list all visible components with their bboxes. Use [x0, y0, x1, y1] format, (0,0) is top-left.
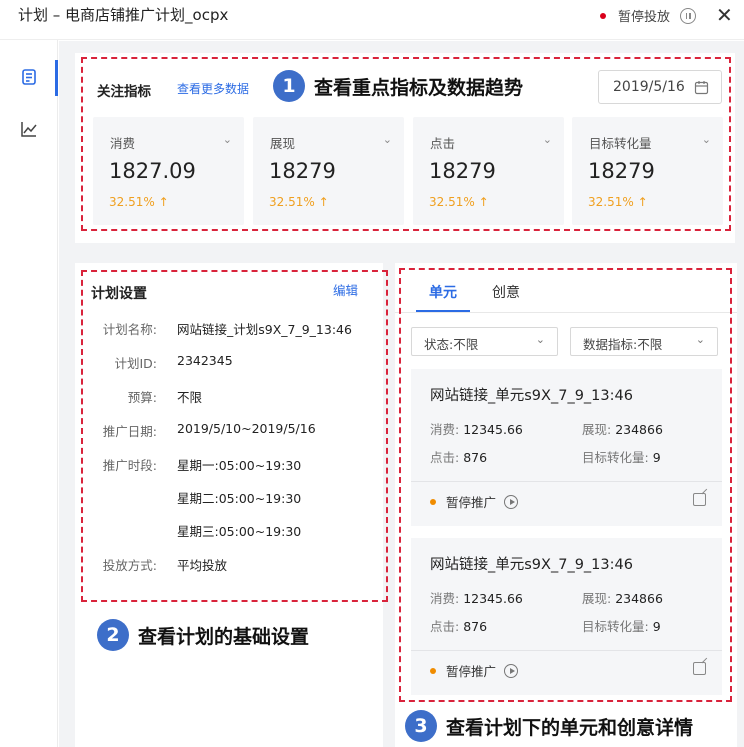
field-label: 计划名称: — [102, 322, 157, 337]
schedule-wednesday-value: 星期三:05:00~19:30 — [177, 524, 302, 539]
edit-icon[interactable] — [693, 662, 706, 675]
annotation-1: 1 查看重点指标及数据趋势 — [273, 70, 523, 102]
date-value: 2019/5/16 — [613, 79, 685, 95]
metric-filter-dropdown[interactable]: 数据指标:不限 ⌄ — [570, 327, 718, 356]
metrics-title: 关注指标 — [97, 84, 151, 100]
unit-status: 暂停推广 — [430, 661, 519, 680]
unit-impressions: 展现: 234866 — [582, 591, 663, 606]
unit-card[interactable]: 网站链接_单元s9X_7_9_13:46 消费: 12345.66 展现: 23… — [411, 538, 722, 695]
edit-icon[interactable] — [693, 493, 706, 506]
plan-settings-title: 计划设置 — [91, 286, 147, 302]
unit-status-text: 暂停推广 — [446, 664, 497, 679]
title-bar: 计划 – 电商店铺推广计划_ocpx 暂停投放 ✕ — [0, 0, 744, 40]
delivery-method-value: 平均投放 — [177, 558, 228, 573]
card-divider — [411, 481, 722, 482]
field-label: 预算: — [127, 390, 157, 405]
edit-link[interactable]: 编辑 — [333, 280, 358, 299]
calendar-icon — [694, 81, 709, 95]
metric-name: 消费 — [110, 136, 136, 151]
trend-up-icon: ↑ — [318, 195, 329, 209]
chevron-down-icon: ⌄ — [535, 333, 545, 346]
schedule-monday-value: 星期一:05:00~19:30 — [177, 458, 302, 473]
schedule-tuesday-value: 星期二:05:00~19:30 — [177, 491, 302, 506]
unit-clicks: 点击: 876 — [430, 450, 488, 465]
annotation-2: 2 查看计划的基础设置 — [97, 619, 309, 651]
plan-name-value: 网站链接_计划s9X_7_9_13:46 — [177, 322, 352, 337]
tab-active-indicator — [416, 310, 470, 312]
play-icon[interactable] — [504, 494, 519, 509]
tab-units[interactable]: 单元 — [429, 282, 457, 302]
chevron-down-icon: ⌄ — [695, 333, 705, 346]
metric-card-clicks[interactable]: 点击 ⌄ 18279 32.51% ↑ — [413, 117, 564, 225]
annotation-text: 查看计划的基础设置 — [138, 625, 310, 648]
chevron-down-icon[interactable]: ⌄ — [702, 133, 711, 146]
sidebar — [0, 40, 58, 747]
status-dot — [430, 498, 436, 505]
metric-change: 32.51% ↑ — [429, 195, 489, 209]
window-title: 计划 – 电商店铺推广计划_ocpx — [18, 6, 229, 24]
status-filter-dropdown[interactable]: 状态:不限 ⌄ — [411, 327, 558, 356]
unit-status: 暂停推广 — [430, 492, 519, 511]
plan-id-value: 2342345 — [177, 353, 233, 368]
chevron-down-icon[interactable]: ⌄ — [543, 133, 552, 146]
metric-value: 18279 — [269, 159, 336, 183]
document-icon[interactable] — [20, 68, 38, 86]
annotation-text: 查看计划下的单元和创意详情 — [446, 716, 694, 739]
annotation-text: 查看重点指标及数据趋势 — [314, 76, 524, 99]
metric-filter-label: 数据指标:不限 — [583, 337, 663, 352]
metric-card-spend[interactable]: 消费 ⌄ 1827.09 32.51% ↑ — [93, 117, 244, 225]
more-data-link[interactable]: 查看更多数据 — [177, 80, 249, 97]
annotation-3: 3 查看计划下的单元和创意详情 — [405, 710, 693, 742]
line-chart-icon[interactable] — [20, 120, 38, 138]
metric-value: 1827.09 — [109, 159, 196, 183]
unit-clicks: 点击: 876 — [430, 619, 488, 634]
status-filter-label: 状态:不限 — [424, 337, 479, 352]
field-label: 推广时段: — [102, 458, 157, 473]
tab-creatives[interactable]: 创意 — [492, 282, 520, 302]
unit-title[interactable]: 网站链接_单元s9X_7_9_13:46 — [430, 384, 633, 405]
unit-title[interactable]: 网站链接_单元s9X_7_9_13:46 — [430, 553, 633, 574]
chevron-down-icon[interactable]: ⌄ — [383, 133, 392, 146]
trend-up-icon: ↑ — [637, 195, 648, 209]
trend-up-icon: ↑ — [158, 195, 169, 209]
budget-value: 不限 — [177, 390, 203, 405]
date-picker[interactable]: 2019/5/16 — [598, 70, 722, 104]
trend-up-icon: ↑ — [478, 195, 489, 209]
metric-card-impressions[interactable]: 展现 ⌄ 18279 32.51% ↑ — [253, 117, 404, 225]
unit-conversions: 目标转化量: 9 — [582, 619, 661, 634]
pause-icon[interactable] — [680, 7, 697, 24]
field-label: 推广日期: — [102, 424, 157, 439]
metric-name: 展现 — [270, 136, 296, 151]
metric-name: 点击 — [430, 136, 456, 151]
unit-impressions: 展现: 234866 — [582, 422, 663, 437]
status-text: 暂停投放 — [618, 10, 671, 25]
play-icon[interactable] — [504, 663, 519, 678]
card-divider — [411, 650, 722, 651]
field-label: 计划ID: — [114, 356, 157, 371]
tab-divider — [395, 312, 737, 313]
metric-card-conversions[interactable]: 目标转化量 ⌄ 18279 32.51% ↑ — [572, 117, 723, 225]
unit-conversions: 目标转化量: 9 — [582, 450, 661, 465]
metric-value: 18279 — [429, 159, 496, 183]
field-label: 投放方式: — [102, 558, 157, 573]
annotation-number: 3 — [405, 710, 437, 742]
metric-change: 32.51% ↑ — [109, 195, 169, 209]
metric-change: 32.51% ↑ — [269, 195, 329, 209]
metric-name: 目标转化量 — [589, 136, 652, 151]
sidebar-active-indicator — [55, 60, 58, 96]
close-button[interactable]: ✕ — [716, 3, 733, 27]
metric-value: 18279 — [588, 159, 655, 183]
date-range-value: 2019/5/10~2019/5/16 — [177, 421, 316, 436]
metric-change: 32.51% ↑ — [588, 195, 648, 209]
annotation-number: 2 — [97, 619, 129, 651]
status-dot — [600, 12, 606, 19]
plan-status[interactable]: 暂停投放 — [600, 6, 697, 25]
chevron-down-icon[interactable]: ⌄ — [223, 133, 232, 146]
annotation-number: 1 — [273, 70, 305, 102]
unit-status-text: 暂停推广 — [446, 495, 497, 510]
unit-spend: 消费: 12345.66 — [430, 591, 523, 606]
unit-spend: 消费: 12345.66 — [430, 422, 523, 437]
unit-card[interactable]: 网站链接_单元s9X_7_9_13:46 消费: 12345.66 展现: 23… — [411, 369, 722, 526]
status-dot — [430, 667, 436, 674]
